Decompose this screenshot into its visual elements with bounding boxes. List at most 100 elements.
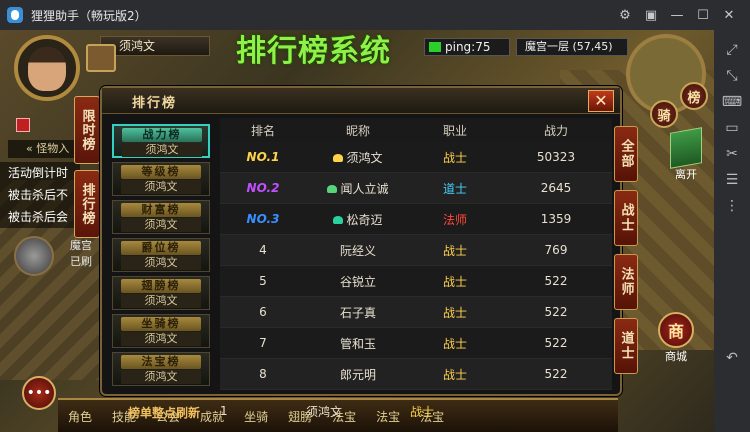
tab-mage[interactable]: 法师 (614, 254, 638, 310)
category-title[interactable]: 爵位榜 须鸿文 (112, 238, 210, 272)
treasure-chest-icon[interactable] (86, 44, 116, 72)
signal-icon (429, 42, 441, 52)
avatar-portrait (28, 47, 66, 91)
table-row[interactable]: NO.1 须鸿文 战士 50323 (220, 142, 612, 173)
shrink-icon[interactable]: ⤡ (722, 66, 742, 86)
buff-icon (16, 118, 30, 132)
player-avatar[interactable] (14, 35, 80, 101)
category-label: 等级榜 (121, 165, 201, 179)
ranking-table: 排名 昵称 职业 战力 NO.1 须鸿文 战士 50323 NO.2 闻人立诚 道士 2645… (220, 118, 612, 390)
game-viewport: 须鸿文 排行榜系统 ping:75 魔宫一层 (57,45) 骑 榜 离开 商 … (0, 30, 714, 432)
screen-icon[interactable]: ▭ (722, 118, 742, 138)
player-name-text: 管和玉 (339, 336, 376, 351)
table-row[interactable]: NO.2 闻人立诚 道士 2645 (220, 173, 612, 204)
class-filter-tabs: 全部 战士 法师 道士 (614, 126, 638, 382)
power-cell: 2645 (540, 181, 572, 195)
category-treasure[interactable]: 法宝榜 须鸿文 (112, 352, 210, 386)
back-icon[interactable]: ↶ (722, 348, 742, 368)
close-icon[interactable]: ✕ (716, 0, 742, 30)
rank-cell: 7 (259, 336, 267, 350)
category-leader: 须鸿文 (121, 294, 201, 308)
tab-warrior[interactable]: 战士 (614, 190, 638, 246)
ranking-button[interactable]: 榜 (680, 82, 708, 110)
player-name-text: 松奇迈 (346, 212, 383, 227)
ranking-panel: 排行榜 ✕ 战力榜 须鸿文 等级榜 须鸿文 财富榜 须鸿文 爵位榜 须鸿文 翅膀… (100, 86, 638, 420)
name-cell: 郎元明 (306, 366, 410, 383)
table-row[interactable]: 6 石子真 战士 522 (220, 297, 612, 328)
power-cell: 1359 (540, 212, 572, 226)
category-power[interactable]: 战力榜 须鸿文 (112, 124, 210, 158)
volume-icon[interactable]: ☰ (722, 170, 742, 190)
category-wealth[interactable]: 财富榜 须鸿文 (112, 200, 210, 234)
header-power: 战力 (543, 123, 568, 138)
rank-cell: 6 (259, 305, 267, 319)
gear-icon[interactable]: ⚙ (612, 0, 638, 30)
quest-tracker-header[interactable]: « 怪物入 (8, 140, 78, 158)
boss-orb-icon[interactable] (14, 236, 54, 276)
shop-icon: 商 (658, 312, 694, 348)
mount-button[interactable]: 骑 (650, 100, 678, 128)
fullscreen-icon[interactable]: ⤢ (722, 40, 742, 60)
class-cell: 战士 (442, 150, 467, 165)
player-name-text: 阮经义 (339, 243, 376, 258)
table-row[interactable]: 4 阮经义 战士 769 (220, 235, 612, 266)
event-line: 被击杀后会 (0, 206, 80, 228)
crown-icon (327, 185, 338, 193)
tab-limited-ranking[interactable]: 限时榜 (74, 96, 100, 164)
player-name: 须鸿文 (100, 36, 210, 56)
panel-header: 排行榜 ✕ (102, 88, 620, 114)
gift-icon[interactable]: ▣ (638, 0, 664, 30)
table-header: 排名 昵称 职业 战力 (220, 118, 612, 142)
leave-button[interactable]: 离开 (666, 127, 706, 188)
name-cell: 石子真 (306, 304, 410, 321)
player-name-text: 谷锐立 (339, 274, 376, 289)
category-leader: 须鸿文 (121, 256, 201, 270)
category-level[interactable]: 等级榜 须鸿文 (112, 162, 210, 196)
my-class: 战士 (410, 404, 435, 419)
more-icon[interactable]: ⋮ (722, 196, 742, 216)
table-row[interactable]: 8 郎元明 战士 522 (220, 359, 612, 390)
table-row[interactable]: 5 谷锐立 战士 522 (220, 266, 612, 297)
category-mount[interactable]: 坐骑榜 须鸿文 (112, 314, 210, 348)
crown-icon (333, 154, 344, 162)
leave-label: 离开 (675, 168, 697, 181)
door-icon (670, 127, 702, 169)
table-row[interactable]: NO.3 松奇迈 法师 1359 (220, 204, 612, 235)
category-label: 法宝榜 (121, 355, 201, 369)
left-tabs: 限时榜 排行榜 (74, 96, 102, 244)
class-cell: 道士 (442, 181, 467, 196)
maximize-icon[interactable]: ☐ (690, 0, 716, 30)
keyboard-icon[interactable]: ⌨ (722, 92, 742, 112)
rank-cell: NO.2 (246, 181, 280, 195)
window-title: 狸狸助手（畅玩版2） (31, 8, 147, 23)
category-label: 坐骑榜 (121, 317, 201, 331)
ping-text: ping:75 (445, 40, 491, 54)
rank-cell: 4 (259, 243, 267, 257)
category-label: 爵位榜 (121, 241, 201, 255)
power-cell: 522 (544, 274, 568, 288)
event-line: 被击杀后不 (0, 184, 80, 206)
chat-button[interactable]: ••• (22, 376, 56, 410)
category-wing[interactable]: 翅膀榜 须鸿文 (112, 276, 210, 310)
tab-ranking[interactable]: 排行榜 (74, 170, 100, 238)
table-row[interactable]: 7 管和玉 战士 522 (220, 328, 612, 359)
scissors-icon[interactable]: ✂ (722, 144, 742, 164)
power-cell: 50323 (536, 150, 576, 164)
table-body: NO.1 须鸿文 战士 50323 NO.2 闻人立诚 道士 2645 NO.3 松奇迈 法师 135… (220, 142, 612, 390)
close-button[interactable]: ✕ (588, 90, 614, 112)
tab-all[interactable]: 全部 (614, 126, 638, 182)
ping-indicator: ping:75 (424, 38, 510, 56)
class-cell: 法师 (442, 212, 467, 227)
menu-role[interactable]: 角色 (58, 408, 102, 425)
category-leader: 须鸿文 (121, 218, 201, 232)
class-cell: 战士 (442, 367, 467, 382)
player-name-text: 闻人立诚 (340, 181, 389, 196)
category-label: 翅膀榜 (121, 279, 201, 293)
minimize-icon[interactable]: — (664, 0, 690, 30)
banner-title: 排行榜系统 (236, 34, 391, 69)
tab-taoist[interactable]: 道士 (614, 318, 638, 374)
category-label: 财富榜 (121, 203, 201, 217)
shop-button[interactable]: 商 商城 (654, 312, 698, 372)
name-cell: 闻人立诚 (306, 180, 410, 197)
category-leader: 须鸿文 (121, 370, 201, 384)
